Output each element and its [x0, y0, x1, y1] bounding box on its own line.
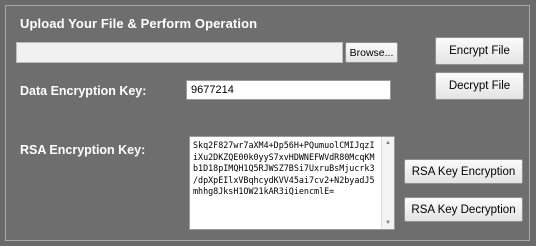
data-encryption-key-label: Data Encryption Key:: [20, 84, 147, 98]
page-title: Upload Your File & Perform Operation: [20, 16, 258, 31]
file-path-input[interactable]: [16, 42, 343, 63]
scroll-down-arrow-icon[interactable]: ▼: [382, 217, 394, 229]
textarea-scrollbar[interactable]: ▲ ▼: [381, 137, 394, 229]
data-encryption-key-input[interactable]: [186, 80, 391, 100]
encrypt-file-button[interactable]: Encrypt File: [435, 37, 524, 65]
rsa-encryption-key-label: RSA Encryption Key:: [20, 143, 146, 157]
main-panel: Upload Your File & Perform Operation Bro…: [5, 5, 530, 241]
browse-button[interactable]: Browse...: [345, 42, 398, 63]
scroll-up-arrow-icon[interactable]: ▲: [382, 137, 394, 149]
rsa-key-decryption-button[interactable]: RSA Key Decryption: [404, 197, 523, 222]
rsa-key-encryption-button[interactable]: RSA Key Encryption: [404, 159, 523, 184]
rsa-key-text: Skq2F827wr7aXM4+Dp56H+PQumuolCMIJqzI iXu…: [193, 140, 375, 196]
decrypt-file-button[interactable]: Decrypt File: [435, 72, 524, 100]
rsa-encryption-key-textarea[interactable]: Skq2F827wr7aXM4+Dp56H+PQumuolCMIJqzI iXu…: [189, 136, 395, 230]
